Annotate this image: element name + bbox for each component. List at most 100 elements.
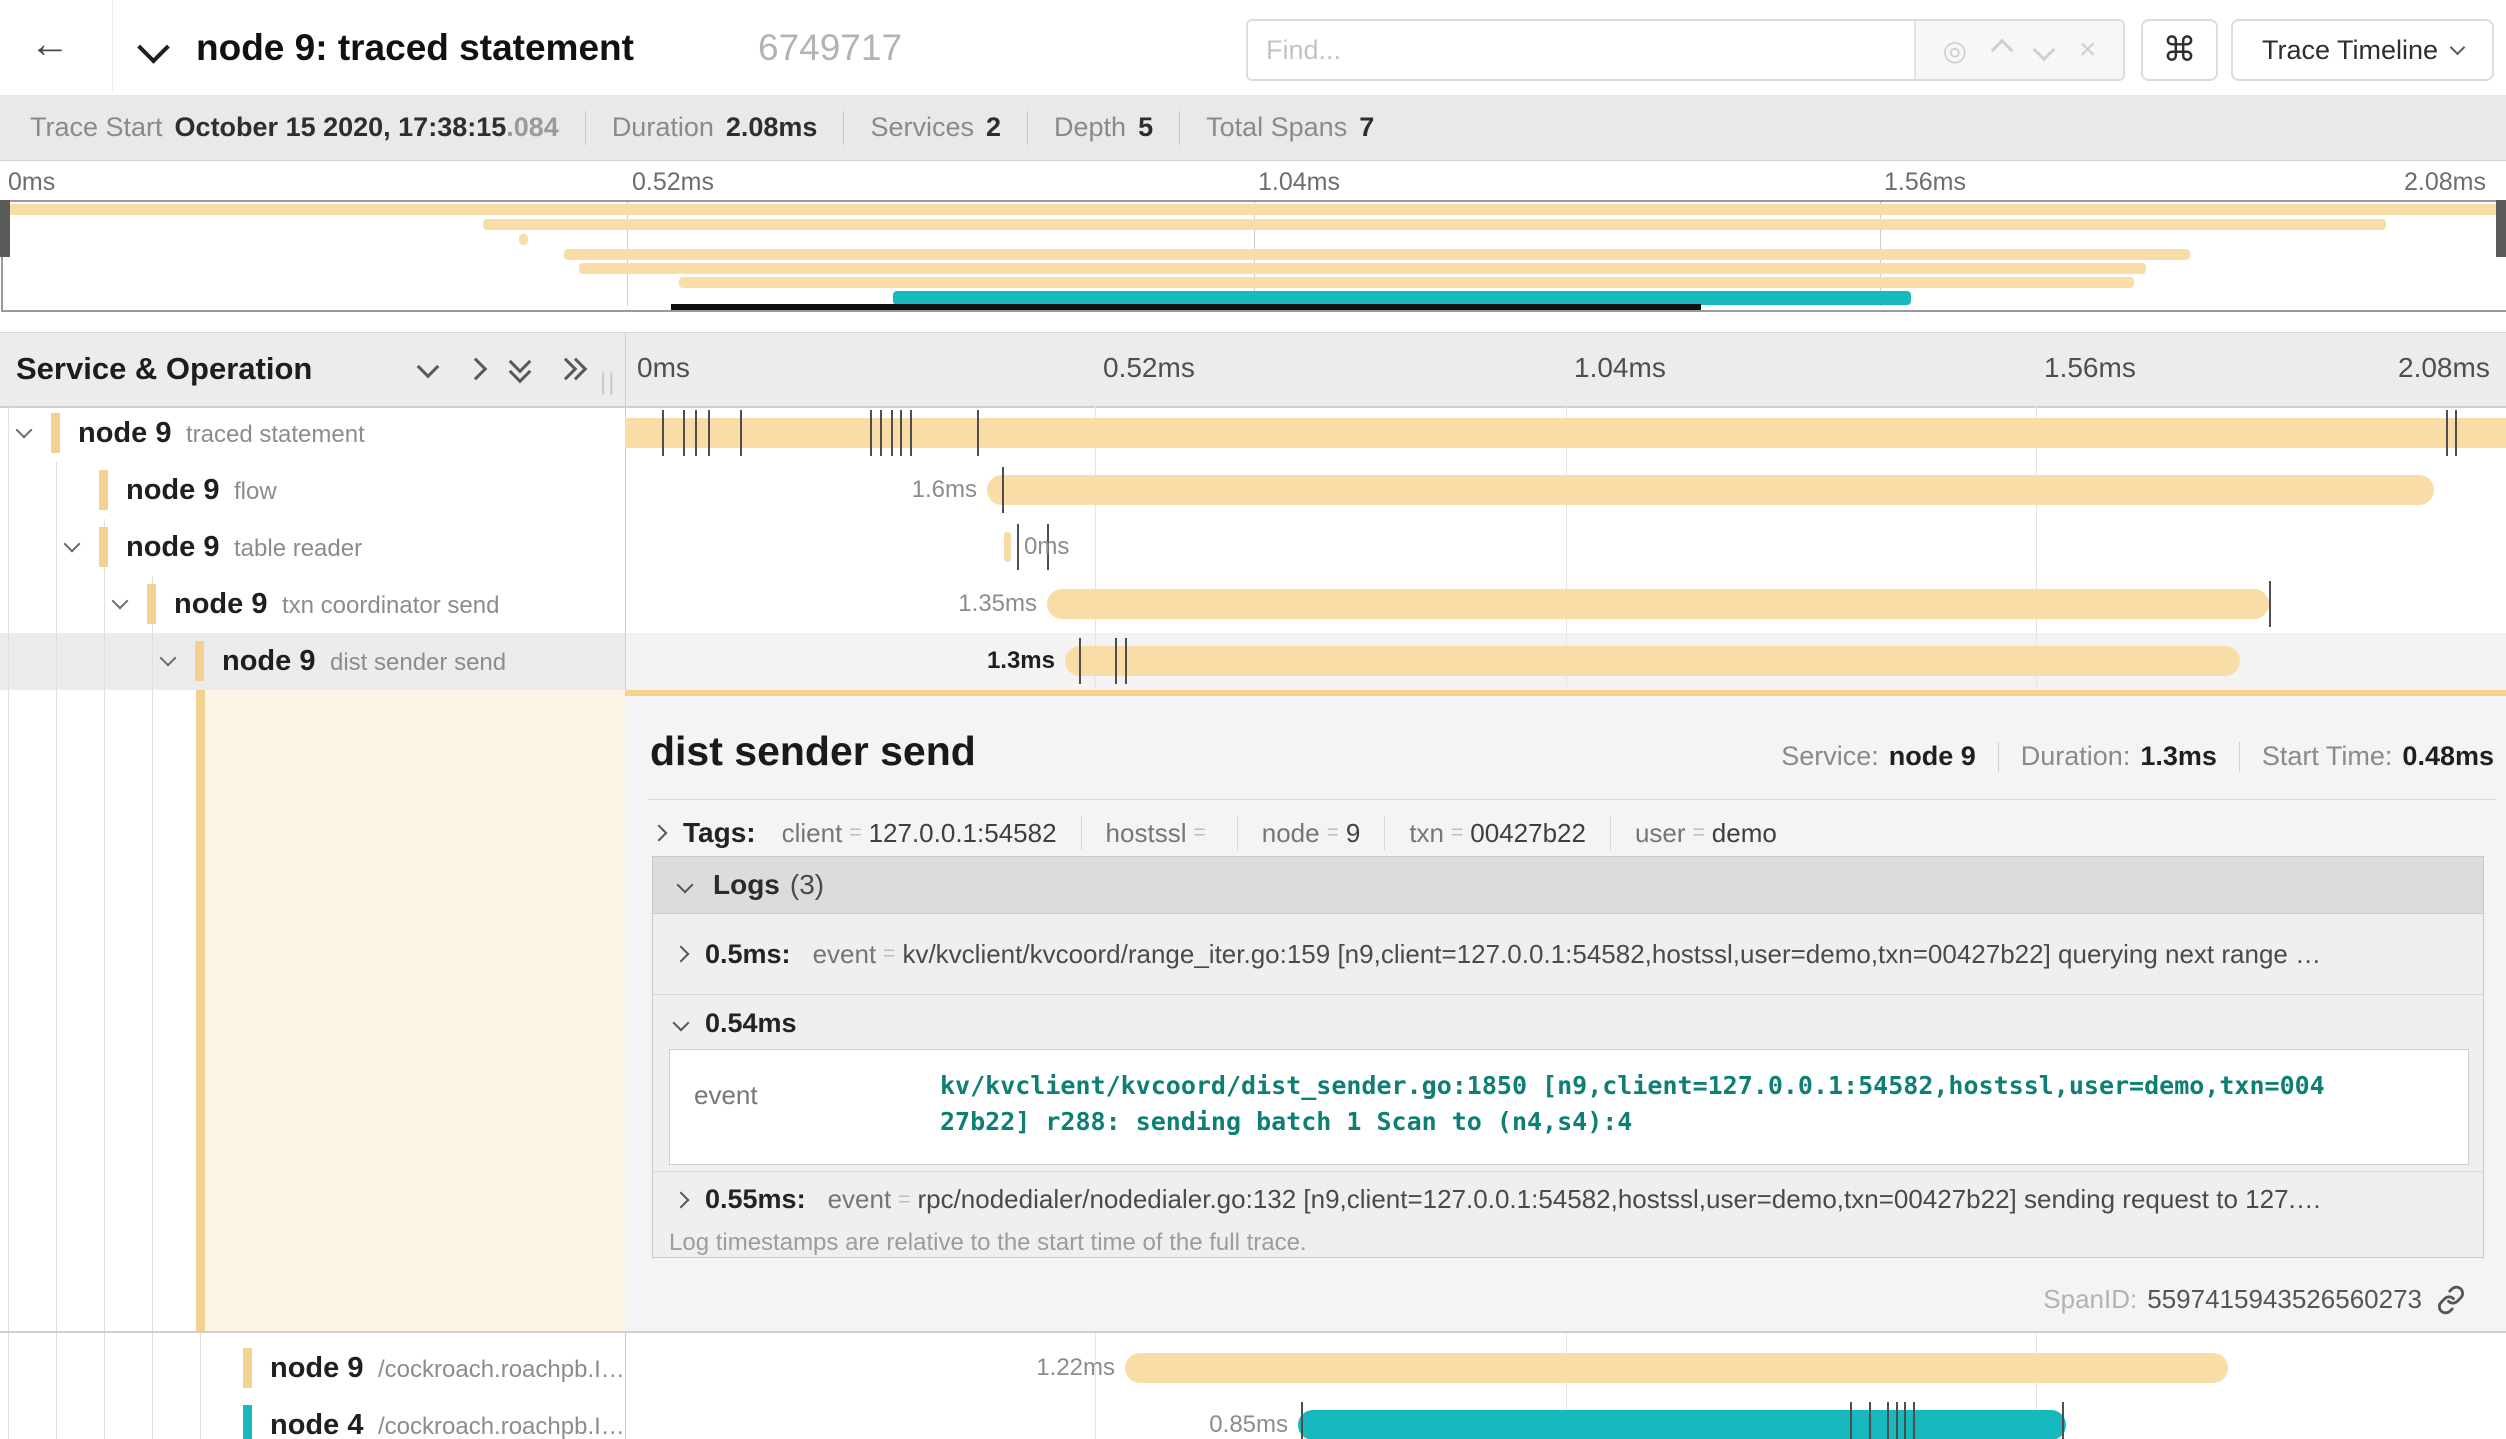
summary-separator [843,111,844,145]
log-time: 0.55ms: [705,1184,806,1215]
depth-value: 5 [1138,112,1153,143]
prev-match-icon[interactable] [1990,39,2013,62]
log-detail-table: event kv/kvclient/kvcoord/dist_sender.go… [669,1049,2469,1165]
tags-expander-icon[interactable] [651,825,668,842]
minimap-left-handle[interactable] [0,200,10,257]
row-collapse-icon[interactable] [112,593,129,610]
timeline-axis-tick: 0ms [637,352,690,384]
timeline-minimap[interactable] [1,200,2506,312]
log-expander-icon[interactable] [673,1191,690,1208]
log-entry[interactable]: 0.5ms: event = kv/kvclient/kvcoord/range… [653,914,2483,994]
trace-start-ms: .084 [506,112,559,143]
log-tick [695,410,697,456]
span-duration-label: 0.85ms [1148,1411,1288,1439]
view-selector-label: Trace Timeline [2262,35,2438,66]
minimap-axis-tick: 0.52ms [632,168,714,197]
total-spans-value: 7 [1359,112,1374,143]
clear-search-icon[interactable]: × [2079,33,2097,67]
span-color-strip [243,1405,252,1439]
minimap-right-handle[interactable] [2496,200,2506,257]
link-icon[interactable] [2436,1285,2466,1315]
log-tick [2269,581,2271,627]
minimap-span-teal [893,291,1911,305]
log-tick [662,410,664,456]
summary-separator [1179,111,1180,145]
collapse-one-icon[interactable] [417,356,440,379]
find-input[interactable] [1248,21,1914,79]
span-bar[interactable] [1125,1353,2228,1383]
row-collapse-icon[interactable] [64,536,81,553]
logs-section: Logs (3) 0.5ms: event = kv/kvclient/kvco… [652,856,2484,1258]
trace-timeline-page: ← node 9: traced statement 6749717 ◎ × ⌘… [0,0,2506,1439]
span-bar[interactable] [1065,646,2240,676]
span-duration-label: 0ms [1024,533,1069,561]
span-color-strip [195,641,204,681]
tag-value: 00427b22 [1470,818,1586,849]
log-collapse-icon[interactable] [673,1015,690,1032]
tags-row[interactable]: Tags: client=127.0.0.1:54582 hostssl= no… [653,811,1777,855]
span-bar-teal[interactable] [1298,1410,2066,1439]
log-value: rpc/nodedialer/nodedialer.go:132 [n9,cli… [917,1184,2321,1215]
span-bar[interactable] [1004,532,1011,562]
trace-start-label: Trace Start [30,112,163,143]
logs-header[interactable]: Logs (3) [653,857,2483,914]
tag-separator [1384,816,1385,850]
back-button[interactable]: ← [30,22,70,67]
minimap-scrubber[interactable] [671,304,1701,310]
services-value: 2 [986,112,1001,143]
log-time: 0.54ms [705,1008,797,1039]
next-match-icon[interactable] [2033,39,2056,62]
span-color-strip [99,470,108,510]
indent-guide [104,519,105,1439]
tag-separator [1081,816,1082,850]
log-tick [891,410,893,456]
minimap-span [3,204,2502,215]
log-tick [1125,638,1127,684]
log-tick [740,410,742,456]
span-id-label: SpanID: [2043,1284,2137,1315]
expand-one-icon[interactable] [465,358,488,381]
detail-row-name-cell [205,690,625,1333]
log-expander-icon[interactable] [673,946,690,963]
keyboard-shortcuts-button[interactable]: ⌘ [2141,19,2218,81]
span-bar[interactable] [625,418,2506,448]
duration-value: 2.08ms [726,112,818,143]
meta-separator [1998,742,1999,772]
depth-label: Depth [1054,112,1126,143]
logs-collapse-icon[interactable] [677,877,694,894]
log-tick [1115,638,1117,684]
log-entry[interactable]: 0.55ms: event = rpc/nodedialer/nodediale… [653,1172,2483,1227]
log-key: event [828,1184,892,1215]
span-bar[interactable] [1047,589,2269,619]
detail-title: dist sender send [650,728,976,775]
tags-label: Tags: [683,817,756,849]
log-key: event [813,939,877,970]
logs-title: Logs [713,869,780,901]
span-duration-label: 1.22ms [975,1354,1115,1382]
logs-footer-note: Log timestamps are relative to the start… [669,1229,1307,1257]
tag-key: client [782,818,843,849]
timeline-axis-tick: 1.56ms [2044,352,2136,384]
tag-value: demo [1712,818,1777,849]
collapse-trace-chevron-icon[interactable] [137,31,170,64]
duration-value: 1.3ms [2140,741,2217,772]
start-time-value: 0.48ms [2402,741,2494,772]
minimap-axis-tick: 0ms [8,168,55,197]
log-tick [683,410,685,456]
log-time: 0.5ms: [705,939,791,970]
log-entry-expanded-header[interactable]: 0.54ms [653,999,797,1047]
log-tick [977,410,979,456]
log-tick [1904,1402,1906,1439]
find-bar: ◎ × [1246,19,2125,81]
logs-count: (3) [790,869,824,901]
log-tick [870,410,872,456]
log-tick [1887,1402,1889,1439]
locate-icon[interactable]: ◎ [1943,34,1967,67]
view-selector-button[interactable]: Trace Timeline [2231,19,2494,81]
log-tick [2446,410,2448,456]
timeline-axis-tick: 1.04ms [1574,352,1666,384]
log-tick [1002,467,1004,513]
span-bar[interactable] [987,475,2434,505]
column-resizer[interactable]: || [600,369,616,397]
row-collapse-icon[interactable] [16,422,33,439]
